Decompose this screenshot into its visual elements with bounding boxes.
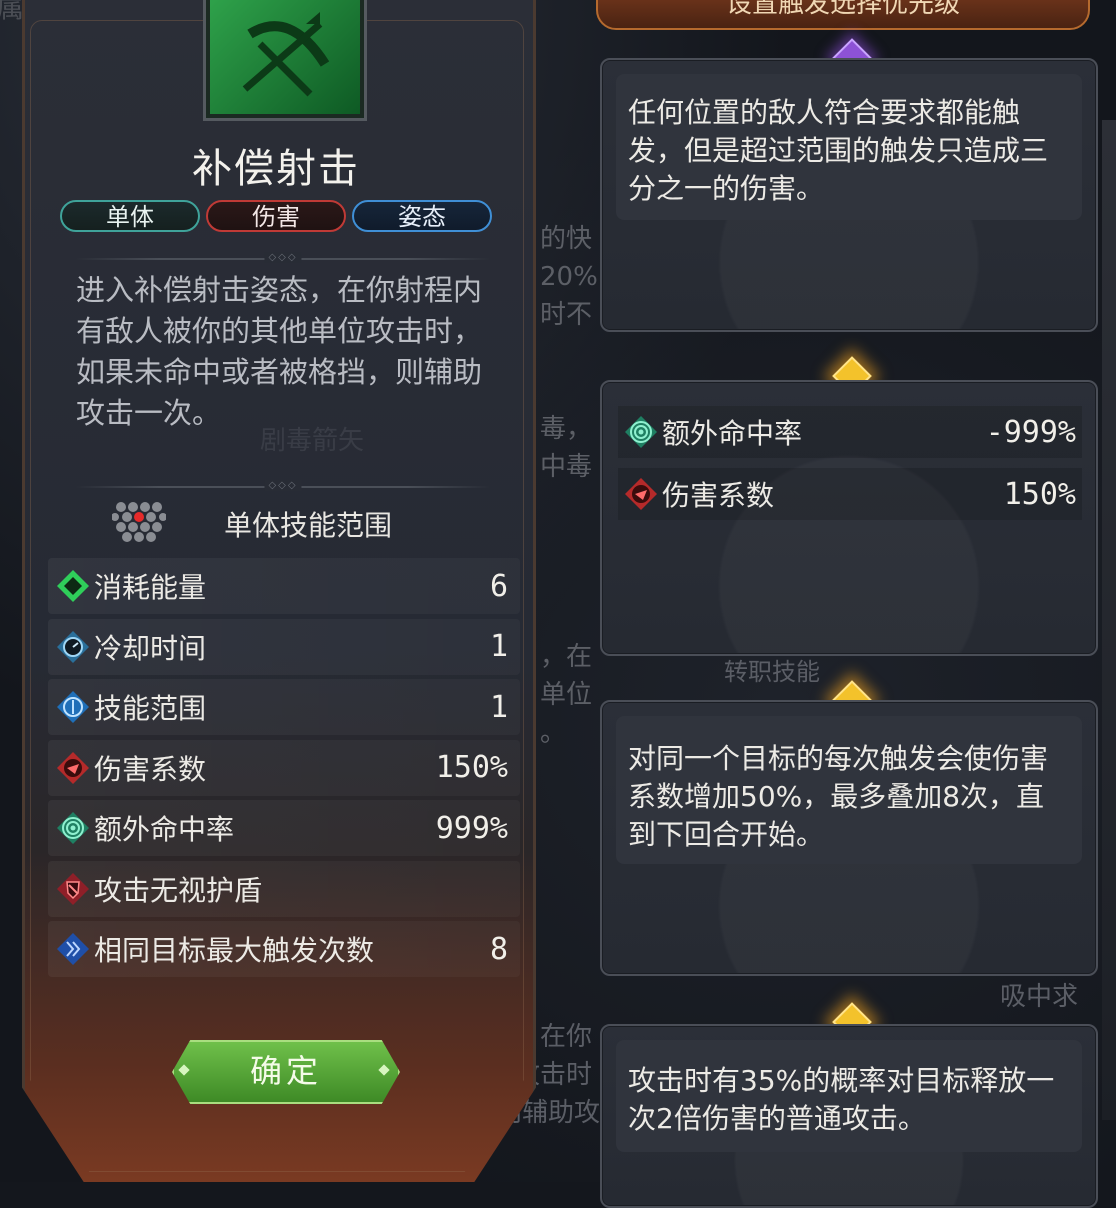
skill-title: 补偿射击 [192,146,360,192]
priority-banner[interactable]: 设置触发选择优先级 [596,0,1090,30]
ignore-shield-icon [52,868,94,910]
stat-label: 技能范围 [94,692,207,725]
energy-icon [52,565,94,607]
bg-ghost-line: 毒， [540,414,593,444]
damage-icon [52,747,94,789]
stat-label: 消耗能量 [94,571,207,604]
divider: ◇◇◇ [76,480,490,491]
stat-value: 150% [435,750,508,785]
stat-label: 相同目标最大触发次数 [94,934,375,967]
accuracy-icon [52,807,94,849]
bg-description-strip: 的快 20% 时不 毒， 中毒 ，在单位。 [540,220,600,752]
bg-ghost-line: 时不 [540,300,593,330]
bg-ghost-line: 中毒 [540,452,593,482]
bg-ghost-line: 的快 [540,224,593,254]
bg-ghost-text: 在你 [540,1022,593,1052]
skill-description: 进入补偿射击姿态，在你射程内有敌人被你的其他单位攻击时，如果未命中或者被格挡，则… [76,273,483,430]
panel-stat-row-damage: 伤害系数 150% [618,468,1082,520]
tag-single-target: 单体 [60,200,200,232]
bg-ghost-line: 20% [540,262,598,292]
stat-value: 150% [1003,476,1076,512]
skill-range-row[interactable]: 单体技能范围 [111,498,492,550]
tag-damage: 伤害 [206,200,346,232]
range-icon [52,686,94,728]
crossbow-skill-icon [203,0,367,121]
stat-row-trigger-count: 相同目标最大触发次数 8 [48,921,520,977]
stat-value: 1 [489,689,508,725]
tag-stance: 姿态 [352,200,492,232]
panel-description: 任何位置的敌人符合要求都能触发，但是超过范围的触发只造成三分之一的伤害。 [628,96,1049,205]
stat-row-accuracy: 额外命中率 999% [48,800,520,856]
stat-row-range: 技能范围 1 [48,679,520,735]
stat-row-energy: 消耗能量 6 [48,558,520,614]
stat-label: 额外命中率 [662,417,803,450]
trigger-rule-panel-4[interactable]: 攻击时有35%的概率对目标释放一次2倍伤害的普通攻击。 [600,1024,1098,1208]
bg-ghost-text: 吸中求 [1000,982,1079,1012]
stat-label: 攻击无视护盾 [94,873,263,907]
stat-label: 额外命中率 [94,813,235,846]
bg-ghost-line [540,486,600,524]
stat-label: 伤害系数 [662,479,775,512]
stat-value: 6 [489,568,508,604]
panel-description: 对同一个目标的每次触发会使伤害系数增加50%，最多叠加8次，直到下回合开始。 [628,742,1049,851]
skill-stats-list: 消耗能量 6 冷却时间 1 技能范围 1 伤害系数 150% 额外命中率 999… [48,558,520,982]
stat-row-cooldown: 冷却时间 1 [48,618,520,675]
bg-ghost-line: 。 [540,718,567,748]
bg-ghost-line [540,372,600,410]
bg-ghost-line [540,524,600,562]
bg-ghost-line: 单位 [540,680,593,710]
bg-ghost-line: ，在 [540,642,593,672]
stat-value: 999% [435,810,508,846]
bg-ghost-line [540,334,600,372]
trigger-rule-panel-1[interactable]: 任何位置的敌人符合要求都能触发，但是超过范围的触发只造成三分之一的伤害。 [600,58,1098,332]
bg-ghost-line [540,562,600,600]
stat-row-ignore-shield: 攻击无视护盾 [48,860,520,917]
hex-grid-icon [111,499,167,549]
damage-icon [620,473,662,515]
stat-label: 伤害系数 [94,752,207,786]
range-label: 单体技能范围 [224,509,393,542]
stat-value: 1 [489,629,508,664]
divider: ◇◇◇ [76,252,490,263]
trigger-count-icon [52,928,94,970]
trigger-rule-panel-3[interactable]: 对同一个目标的每次触发会使伤害系数增加50%，最多叠加8次，直到下回合开始。 [600,700,1098,976]
stat-value: -999% [985,414,1076,450]
stat-row-damage: 伤害系数 150% [48,739,520,796]
confirm-button[interactable]: 确定 [172,1040,400,1104]
cooldown-icon [52,626,94,668]
bg-ghost-line [540,600,600,638]
accuracy-icon [620,411,662,453]
right-edge-panel [1102,120,1116,1120]
panel-description: 攻击时有35%的概率对目标释放一次2倍伤害的普通攻击。 [628,1064,1055,1135]
bg-section-label: 转职技能 [724,658,820,686]
stat-value: 8 [489,931,508,967]
stat-label: 冷却时间 [94,631,207,665]
panel-stat-row-accuracy: 额外命中率 -999% [618,406,1082,458]
skill-tags: 单体 伤害 姿态 [60,200,492,232]
